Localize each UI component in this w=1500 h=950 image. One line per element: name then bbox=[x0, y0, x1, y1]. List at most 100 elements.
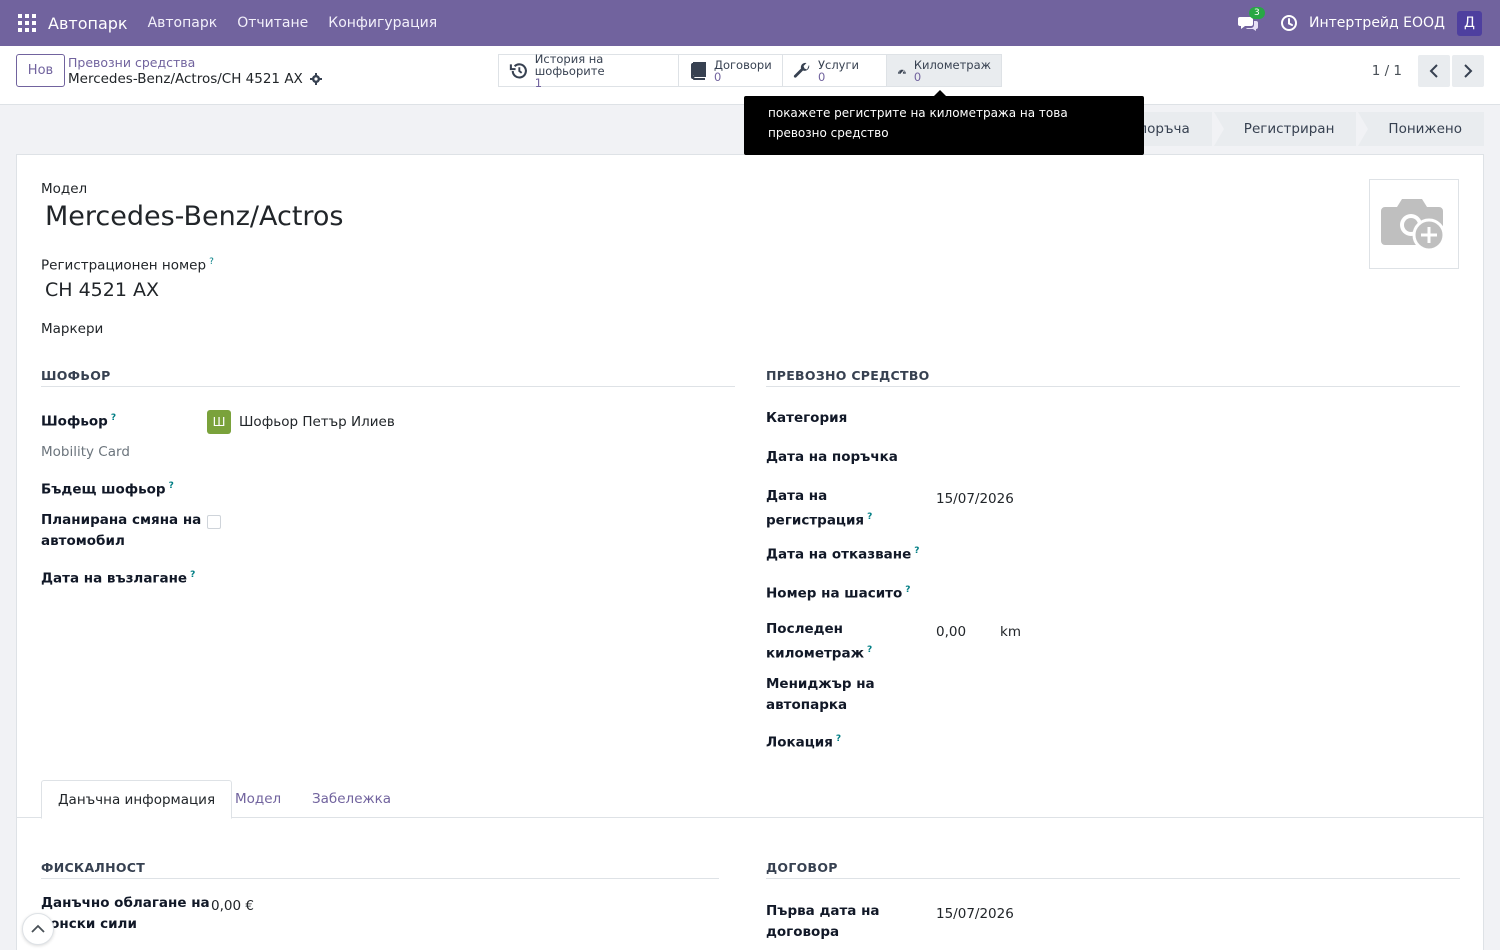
chassis-number-label: Номер на шасито? bbox=[766, 580, 911, 605]
scroll-top-button[interactable] bbox=[22, 913, 54, 945]
top-navbar: Автопарк Автопарк Отчитане Конфигурация … bbox=[0, 0, 1500, 46]
planned-change-label: Планирана смяна на автомобил bbox=[41, 510, 201, 552]
smart-buttons: История на шофьорите 1 Договори 0 Услуги… bbox=[498, 51, 1002, 90]
chevron-left-icon bbox=[1429, 64, 1438, 78]
apps-grid-icon[interactable] bbox=[18, 14, 36, 32]
horsepower-tax-label-line2: конски сили bbox=[41, 916, 137, 932]
book-icon bbox=[691, 61, 706, 80]
gear-icon[interactable] bbox=[309, 73, 322, 85]
odometer-button[interactable]: Километраж 0 bbox=[887, 55, 1001, 86]
fleet-manager-label-line2: автопарка bbox=[766, 697, 848, 713]
first-contract-date-field[interactable]: 15/07/2026 bbox=[936, 906, 1014, 922]
form-sheet: Модел Mercedes-Benz/Actros Регистрационе… bbox=[16, 154, 1484, 950]
driver-field[interactable]: Ш Шофьор Петър Илиев bbox=[207, 410, 395, 434]
last-odometer-label: Последен километраж? bbox=[766, 619, 872, 665]
services-label: Услуги bbox=[818, 57, 860, 72]
category-label: Категория bbox=[766, 410, 848, 426]
driver-label-text: Шофьор bbox=[41, 413, 108, 430]
vehicle-section-title: ПРЕВОЗНО СРЕДСТВО bbox=[766, 368, 1460, 387]
last-odometer-field[interactable]: 0,00 bbox=[936, 624, 966, 640]
last-odometer-label-line1: Последен bbox=[766, 621, 844, 637]
horsepower-tax-label: Данъчно облагане на конски сили bbox=[41, 893, 210, 935]
help-icon[interactable]: ? bbox=[169, 481, 174, 491]
location-label: Локация? bbox=[766, 729, 841, 754]
stage-downgraded[interactable]: Понижено bbox=[1358, 112, 1484, 146]
driver-label: Шофьор? bbox=[41, 408, 116, 433]
model-field[interactable]: Mercedes-Benz/Actros bbox=[45, 201, 344, 232]
last-odometer-unit[interactable]: km bbox=[1000, 624, 1021, 640]
menu-configuration[interactable]: Конфигурация bbox=[328, 15, 437, 31]
help-icon[interactable]: ? bbox=[209, 257, 214, 267]
driver-section-title: ШОФЬОР bbox=[41, 368, 735, 387]
cancellation-date-label: Дата на отказване? bbox=[766, 541, 920, 566]
pager-previous-button[interactable] bbox=[1418, 55, 1450, 87]
tags-label: Маркери bbox=[41, 321, 104, 337]
clock-icon[interactable] bbox=[1280, 14, 1298, 32]
planned-change-label-line1: Планирана смяна на bbox=[41, 512, 202, 528]
chat-count-badge: 3 bbox=[1249, 7, 1265, 19]
help-icon[interactable]: ? bbox=[111, 413, 116, 423]
contracts-label: Договори bbox=[714, 57, 772, 72]
services-button[interactable]: Услуги 0 bbox=[783, 55, 887, 86]
breadcrumb-current-label: Mercedes-Benz/Actros/CH 4521 AX bbox=[68, 71, 303, 87]
assignment-date-label: Дата на възлагане? bbox=[41, 565, 195, 590]
planned-change-checkbox[interactable] bbox=[207, 515, 221, 529]
chevron-up-icon bbox=[31, 924, 45, 933]
first-contract-date-label: Първа дата на договора bbox=[766, 901, 880, 943]
help-icon[interactable]: ? bbox=[190, 570, 195, 580]
new-button[interactable]: Нов bbox=[16, 54, 65, 87]
camera-plus-icon bbox=[1381, 199, 1446, 252]
services-count: 0 bbox=[818, 69, 826, 84]
tachometer-icon bbox=[897, 68, 906, 74]
menu-fleet[interactable]: Автопарк bbox=[148, 15, 218, 31]
odometer-count: 0 bbox=[913, 69, 922, 84]
contracts-count: 0 bbox=[714, 69, 722, 84]
stage-registered[interactable]: Регистриран bbox=[1213, 112, 1357, 146]
company-switcher[interactable]: Интертрейд ЕООД bbox=[1309, 15, 1445, 31]
help-icon[interactable]: ? bbox=[914, 546, 919, 556]
pager-next-button[interactable] bbox=[1452, 55, 1484, 87]
registration-date-label: Дата на регистрация? bbox=[766, 486, 872, 532]
last-odometer-label-line2: километраж bbox=[766, 645, 865, 662]
horsepower-tax-field[interactable]: 0,00 € bbox=[211, 898, 254, 914]
registration-number-field[interactable]: CH 4521 AX bbox=[45, 279, 159, 301]
help-icon[interactable]: ? bbox=[836, 734, 841, 744]
future-driver-label-text: Бъдещ шофьор bbox=[41, 481, 166, 498]
tab-tax-info[interactable]: Данъчна информация bbox=[41, 780, 233, 819]
tab-note[interactable]: Забележка bbox=[296, 780, 407, 818]
first-contract-date-label-line1: Първа дата на bbox=[766, 903, 880, 919]
chevron-right-icon bbox=[1464, 64, 1473, 78]
app-brand[interactable]: Автопарк bbox=[48, 14, 128, 33]
breadcrumb-parent-link[interactable]: Превозни средства bbox=[68, 55, 322, 70]
planned-change-label-line2: автомобил bbox=[41, 533, 125, 549]
history-icon bbox=[509, 62, 527, 78]
odometer-tooltip: покажете регистрите на километража на то… bbox=[744, 90, 1144, 155]
menu-reporting[interactable]: Отчитане bbox=[237, 15, 308, 31]
horsepower-tax-label-line1: Данъчно облагане на bbox=[41, 895, 210, 911]
vehicle-image-upload[interactable] bbox=[1369, 179, 1459, 269]
driver-history-label: История на шофьорите bbox=[534, 51, 605, 78]
driver-history-count: 1 bbox=[534, 75, 543, 90]
registration-number-label: Регистрационен номер? bbox=[41, 257, 214, 274]
pager: 1 / 1 bbox=[1372, 55, 1484, 87]
cancellation-date-label-text: Дата на отказване bbox=[766, 546, 912, 563]
help-icon[interactable]: ? bbox=[905, 585, 910, 595]
help-icon[interactable]: ? bbox=[867, 645, 872, 655]
model-label: Модел bbox=[41, 181, 88, 197]
contract-section-title: ДОГОВОР bbox=[766, 860, 1460, 879]
driver-history-button[interactable]: История на шофьорите 1 bbox=[499, 51, 679, 90]
wrench-icon bbox=[793, 62, 810, 78]
notebook-tabs: Данъчна информация Модел Забележка bbox=[17, 780, 1483, 819]
driver-avatar: Ш bbox=[207, 410, 231, 434]
status-bar: Да поръча Регистриран Понижено bbox=[1085, 112, 1484, 146]
registration-date-field[interactable]: 15/07/2026 bbox=[936, 491, 1014, 507]
contracts-button[interactable]: Договори 0 bbox=[679, 55, 783, 86]
pager-value[interactable]: 1 / 1 bbox=[1372, 63, 1402, 79]
driver-name: Шофьор Петър Илиев bbox=[239, 414, 395, 430]
chat-icon[interactable]: 3 bbox=[1238, 7, 1265, 31]
help-icon[interactable]: ? bbox=[867, 512, 872, 522]
assignment-date-label-text: Дата на възлагане bbox=[41, 570, 188, 587]
fleet-manager-label-line1: Мениджър на bbox=[766, 676, 875, 692]
user-avatar[interactable]: Д bbox=[1457, 10, 1482, 36]
tab-model[interactable]: Модел bbox=[219, 780, 297, 818]
